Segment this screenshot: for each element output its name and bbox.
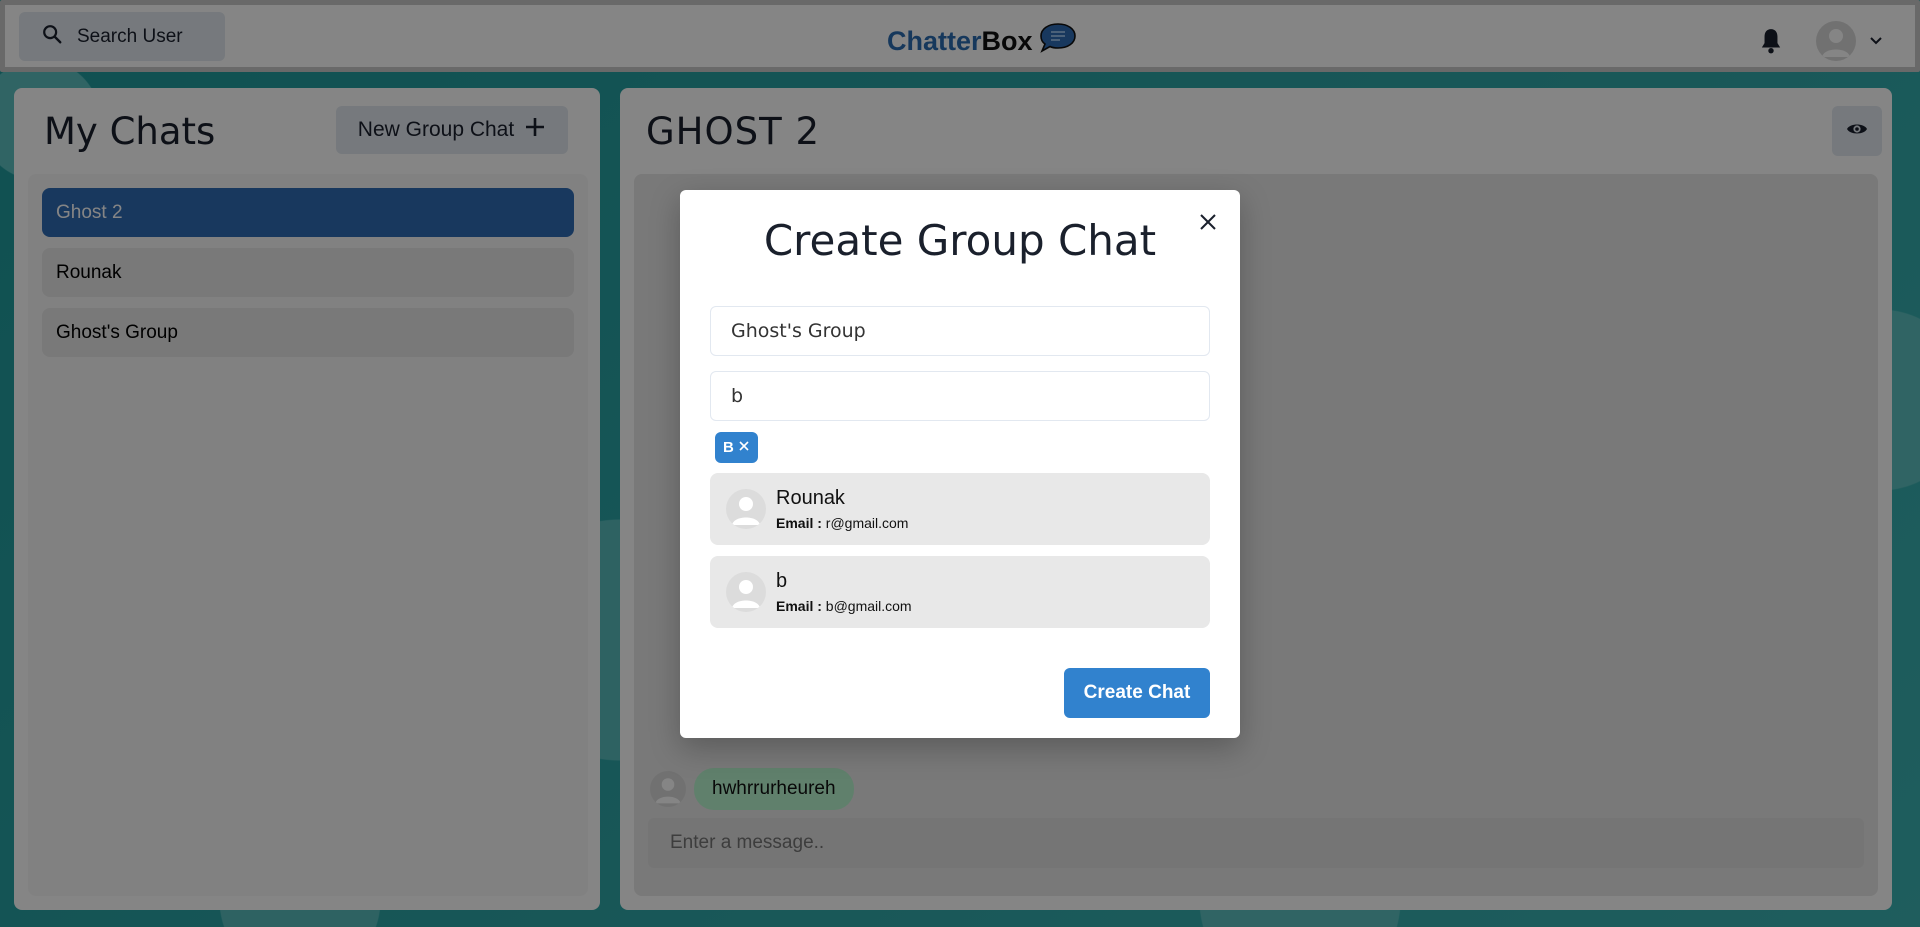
user-info: b Email : b@gmail.com [776, 570, 912, 614]
add-users-input[interactable] [710, 371, 1210, 421]
email-label: Email : [776, 515, 822, 531]
create-chat-button[interactable]: Create Chat [1064, 668, 1210, 718]
selected-user-label: B [723, 439, 734, 456]
remove-user-icon[interactable] [738, 439, 750, 456]
close-icon[interactable] [1192, 206, 1224, 238]
user-avatar-icon [726, 489, 766, 529]
group-name-input[interactable] [710, 306, 1210, 356]
user-info: Rounak Email : r@gmail.com [776, 487, 908, 531]
user-email: Email : r@gmail.com [776, 515, 908, 531]
email-value: b@gmail.com [825, 598, 912, 614]
email-value: r@gmail.com [825, 515, 909, 531]
modal-title: Create Group Chat [763, 216, 1157, 265]
email-label: Email : [776, 598, 822, 614]
user-email: Email : b@gmail.com [776, 598, 912, 614]
user-result-item[interactable]: Rounak Email : r@gmail.com [710, 473, 1210, 545]
user-name: Rounak [776, 487, 845, 509]
create-group-chat-modal: Create Group Chat B Rounak Email : r@gma… [680, 190, 1240, 738]
user-avatar-icon [726, 572, 766, 612]
selected-user-badge[interactable]: B [715, 432, 758, 463]
user-name: b [776, 570, 788, 592]
user-result-item[interactable]: b Email : b@gmail.com [710, 556, 1210, 628]
